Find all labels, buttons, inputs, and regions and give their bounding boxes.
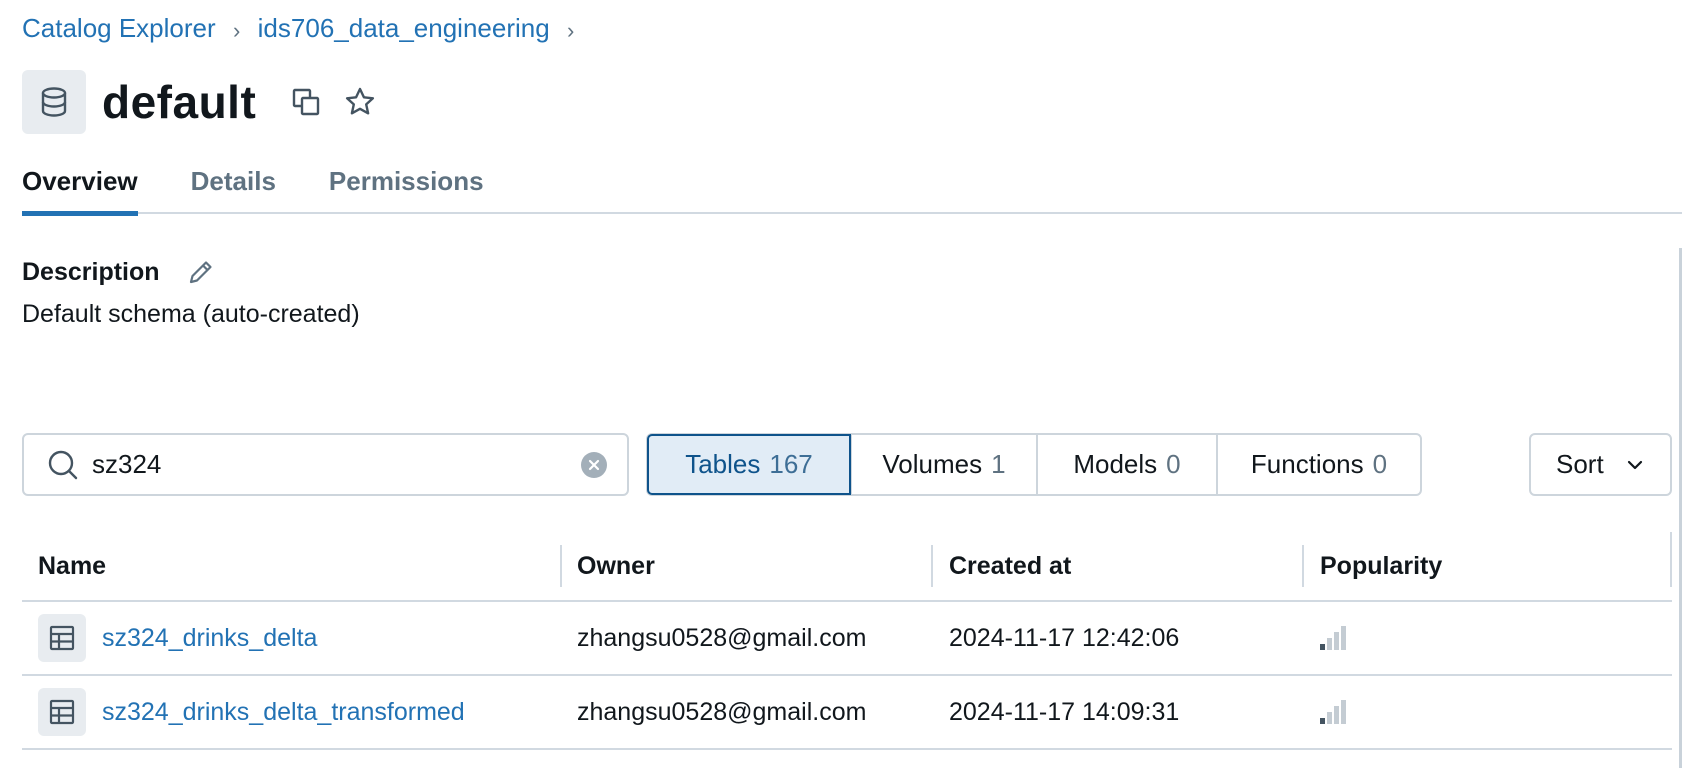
clear-icon[interactable] <box>581 451 607 478</box>
chevron-right-icon: › <box>567 18 575 43</box>
name-cell: sz324_drinks_delta_transformed <box>22 688 560 736</box>
breadcrumb-catalog[interactable]: ids706_data_engineering <box>258 13 550 44</box>
filter-tables[interactable]: Tables 167 <box>647 434 851 495</box>
popularity-bars-icon <box>1320 700 1346 724</box>
tab-details[interactable]: Details <box>191 160 276 214</box>
sort-label: Sort <box>1556 449 1604 479</box>
star-icon[interactable] <box>340 82 380 122</box>
table-icon <box>38 688 86 736</box>
description-text: Default schema (auto-created) <box>22 300 360 328</box>
chevron-right-icon: › <box>232 18 241 43</box>
table-name-link[interactable]: sz324_drinks_delta <box>102 624 317 653</box>
column-header-popularity[interactable]: Popularity <box>1302 545 1672 587</box>
catalog-schema-page: Catalog Explorer › ids706_data_engineeri… <box>0 0 1682 768</box>
tab-overview[interactable]: Overview <box>22 160 138 216</box>
assets-table: Name Owner Created at Popularity sz324_d… <box>22 532 1672 750</box>
description-heading: Description <box>22 255 218 289</box>
database-icon <box>22 70 86 134</box>
filter-functions[interactable]: Functions 0 <box>1216 435 1420 494</box>
tab-permissions[interactable]: Permissions <box>329 160 484 214</box>
description-label: Description <box>22 257 160 286</box>
column-header-created-at[interactable]: Created at <box>931 545 1302 587</box>
filter-models[interactable]: Models 0 <box>1036 435 1216 494</box>
created-at-cell: 2024-11-17 12:42:06 <box>949 623 1180 652</box>
popularity-cell <box>1302 626 1672 650</box>
table-icon <box>38 614 86 662</box>
owner-cell: zhangsu0528@gmail.com <box>577 697 867 726</box>
breadcrumb-catalog-explorer[interactable]: Catalog Explorer <box>22 13 216 44</box>
search-icon <box>46 448 80 482</box>
title-row: default <box>22 70 380 134</box>
filter-count: 0 <box>1372 449 1388 479</box>
pencil-icon[interactable] <box>184 255 218 289</box>
table-row[interactable]: sz324_drinks_delta_transformed zhangsu05… <box>22 676 1672 750</box>
table-row[interactable]: sz324_drinks_delta zhangsu0528@gmail.com… <box>22 602 1672 676</box>
owner-cell: zhangsu0528@gmail.com <box>577 623 867 652</box>
popularity-cell <box>1302 700 1672 724</box>
asset-type-filter: Tables 167 Volumes 1 Models 0 Functions … <box>646 433 1422 496</box>
column-header-name[interactable]: Name <box>22 545 560 587</box>
page-title: default <box>102 76 257 128</box>
filter-count: 167 <box>769 449 813 479</box>
sort-button[interactable]: Sort <box>1529 433 1672 496</box>
search-input[interactable] <box>92 449 581 480</box>
popularity-bars-icon <box>1320 626 1346 650</box>
column-header-owner[interactable]: Owner <box>560 545 931 587</box>
tab-bar: Overview Details Permissions <box>22 160 1682 216</box>
table-header: Name Owner Created at Popularity <box>22 532 1672 602</box>
created-at-cell: 2024-11-17 14:09:31 <box>949 697 1180 726</box>
chevron-down-icon <box>1626 459 1644 471</box>
filter-label: Models <box>1073 449 1158 479</box>
copy-icon[interactable] <box>286 82 326 122</box>
filter-label: Functions <box>1250 449 1364 479</box>
filter-count: 0 <box>1166 449 1181 479</box>
table-name-link[interactable]: sz324_drinks_delta_transformed <box>102 698 465 727</box>
filter-label: Tables <box>685 449 761 479</box>
breadcrumb: Catalog Explorer › ids706_data_engineeri… <box>22 12 592 44</box>
filter-count: 1 <box>991 449 1006 479</box>
search-field[interactable] <box>22 433 629 496</box>
filter-volumes[interactable]: Volumes 1 <box>850 435 1036 494</box>
filter-label: Volumes <box>882 449 983 479</box>
name-cell: sz324_drinks_delta <box>22 614 560 662</box>
